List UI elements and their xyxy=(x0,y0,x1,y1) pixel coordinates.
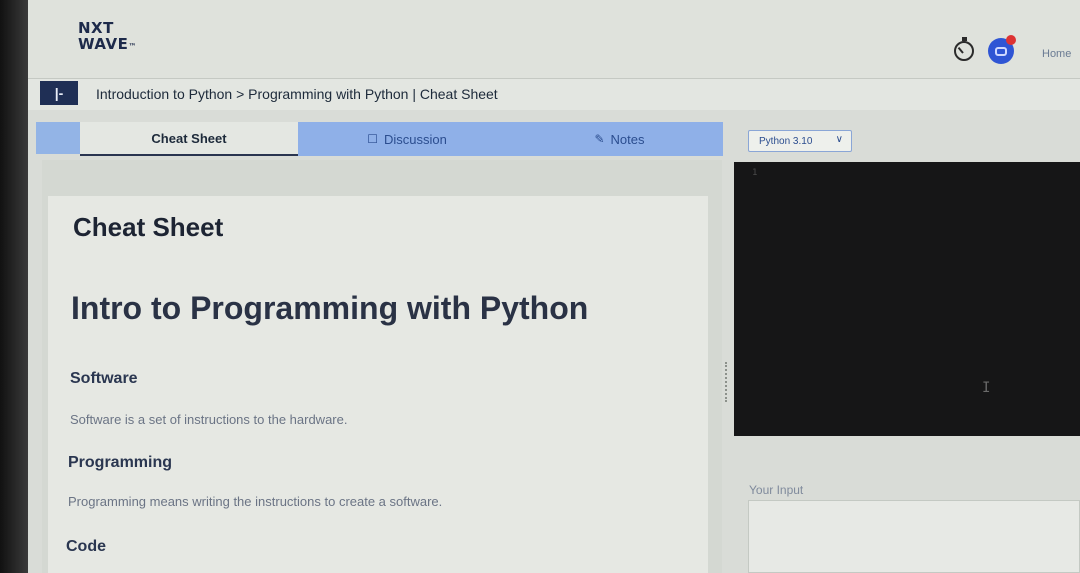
cheat-sheet-card: Cheat Sheet Intro to Programming with Py… xyxy=(48,196,708,573)
tab-cheat-sheet[interactable]: Cheat Sheet xyxy=(80,122,298,156)
sidebar-toggle-button[interactable]: |- xyxy=(40,81,78,105)
breadcrumb-bar: |- Introduction to Python > Programming … xyxy=(28,78,1080,110)
screen-bezel xyxy=(0,0,28,573)
tab-label: Discussion xyxy=(383,131,447,147)
language-version-value: Python 3.10 xyxy=(759,135,813,147)
home-link[interactable]: Home xyxy=(1042,48,1071,60)
line-number: 1 xyxy=(752,168,758,178)
topic-text-software: Software is a set of instructions to the… xyxy=(70,412,348,427)
custom-input-field[interactable] xyxy=(748,500,1080,573)
code-editor[interactable]: 1 I xyxy=(734,162,1080,436)
chevron-down-icon: ∨ xyxy=(835,134,843,145)
tab-label: Notes xyxy=(610,131,645,147)
notification-dot xyxy=(1006,35,1016,45)
tab-notes[interactable]: ✎ Notes xyxy=(516,122,723,156)
tab-label: Cheat Sheet xyxy=(151,130,227,146)
text-cursor-icon: I xyxy=(982,380,991,396)
sidebar-toggle-icon: |- xyxy=(54,85,64,101)
breadcrumb: Introduction to Python > Programming wit… xyxy=(96,86,498,102)
top-header: NXT WAVE™ Home xyxy=(28,0,1080,78)
cheat-sheet-panel: Cheat Sheet Intro to Programming with Py… xyxy=(42,160,722,573)
input-label: Your Input xyxy=(749,483,804,497)
logo-trademark: ™ xyxy=(128,42,137,51)
language-version-select[interactable]: Python 3.10 ∨ xyxy=(748,130,852,152)
stopwatch-icon[interactable] xyxy=(954,37,974,61)
content-tabs: Cheat Sheet ☐ Discussion ✎ Notes xyxy=(28,122,723,160)
topic-title-software: Software xyxy=(70,370,138,387)
app-window: NXT WAVE™ Home |- Introduction to Python… xyxy=(28,0,1080,573)
tab-discussion[interactable]: ☐ Discussion xyxy=(298,122,516,156)
logo-line-2: WAVE xyxy=(78,35,129,53)
panel-resize-handle[interactable] xyxy=(725,362,730,402)
chat-bubble-icon xyxy=(995,46,1007,56)
notifications-button[interactable] xyxy=(988,35,1016,64)
topic-text-programming: Programming means writing the instructio… xyxy=(68,494,443,509)
tab-left-stub xyxy=(36,122,80,154)
page-title: Cheat Sheet xyxy=(73,212,224,242)
topic-title-code: Code xyxy=(66,538,106,555)
header-icons xyxy=(954,35,1016,64)
notes-icon: ✎ xyxy=(594,132,605,146)
section-heading: Intro to Programming with Python xyxy=(71,290,589,326)
chat-icon: ☐ xyxy=(367,132,378,146)
topic-title-programming: Programming xyxy=(68,454,173,471)
nxtwave-logo[interactable]: NXT WAVE™ xyxy=(78,20,137,55)
logo-line-1: NXT xyxy=(78,19,114,37)
